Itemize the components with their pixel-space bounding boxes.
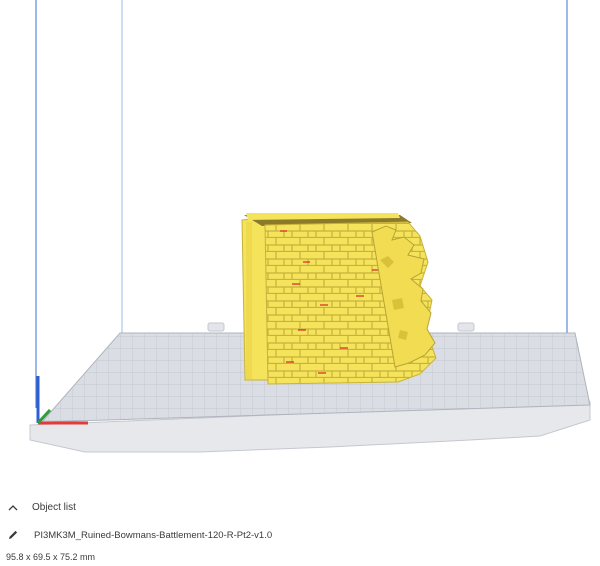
object-list-item[interactable]: PI3MK3M_Ruined-Bowmans-Battlement-120-R-… xyxy=(6,528,272,542)
pencil-icon[interactable] xyxy=(6,528,20,542)
object-name: PI3MK3M_Ruined-Bowmans-Battlement-120-R-… xyxy=(34,529,273,541)
3d-viewport[interactable]: ​ xyxy=(0,0,600,488)
model-ruined-battlement[interactable] xyxy=(241,213,437,385)
object-list-toggle[interactable]: Object list xyxy=(6,502,76,513)
object-list-label: Object list xyxy=(32,502,76,513)
scene: ​ xyxy=(29,0,591,453)
chevron-up-icon xyxy=(8,504,18,510)
object-dimensions: 95.8 x 69.5 x 75.2 mm xyxy=(6,552,96,562)
object-list-panel: Object list PI3MK3M_Ruined-Bowmans-Battl… xyxy=(0,488,600,566)
